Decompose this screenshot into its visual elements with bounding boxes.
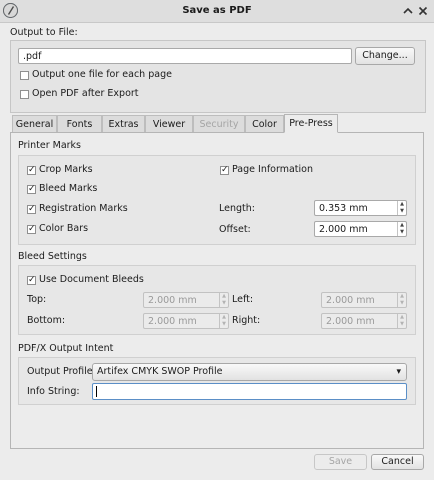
output-file-input[interactable]: .pdf <box>18 48 352 64</box>
page-information-checkbox[interactable]: ✓ <box>220 166 229 175</box>
text-cursor <box>96 386 97 397</box>
spin-down-icon[interactable]: ▼ <box>220 321 228 328</box>
tab-viewer[interactable]: Viewer <box>145 115 193 132</box>
tab-pre-press[interactable]: Pre-Press <box>284 114 338 133</box>
bleed-bottom-spin-buttons[interactable]: ▲ ▼ <box>219 314 228 328</box>
output-profile-dropdown[interactable]: Artifex CMYK SWOP Profile ▾ <box>92 363 407 381</box>
offset-value: 2.000 mm <box>319 224 368 235</box>
one-file-per-page-label: Output one file for each page <box>32 69 172 80</box>
bleed-right-spinbox[interactable]: 2.000 mm <box>321 313 407 329</box>
spin-down-icon[interactable]: ▼ <box>398 208 406 215</box>
chevron-down-icon[interactable]: ▾ <box>396 364 401 380</box>
offset-spinbox[interactable]: 2.000 mm <box>314 221 407 237</box>
bleed-left-spinbox[interactable]: 2.000 mm <box>321 292 407 308</box>
info-string-label: Info String: <box>27 386 80 397</box>
spin-up-icon[interactable]: ▲ <box>398 201 406 208</box>
use-document-bleeds-label: Use Document Bleeds <box>39 274 144 285</box>
printer-marks-title: Printer Marks <box>18 140 81 151</box>
spin-up-icon[interactable]: ▲ <box>398 293 406 300</box>
spin-up-icon[interactable]: ▲ <box>220 314 228 321</box>
bleed-right-spin-buttons[interactable]: ▲ ▼ <box>397 314 406 328</box>
bleed-right-value: 2.000 mm <box>326 316 375 327</box>
check-icon: ✓ <box>221 165 229 175</box>
tab-general[interactable]: General <box>12 115 57 132</box>
check-icon: ✓ <box>28 275 36 285</box>
spin-up-icon[interactable]: ▲ <box>220 293 228 300</box>
length-value: 0.353 mm <box>319 203 368 214</box>
registration-marks-checkbox[interactable]: ✓ <box>27 205 36 214</box>
spin-up-icon[interactable]: ▲ <box>398 222 406 229</box>
bleed-top-spin-buttons[interactable]: ▲ ▼ <box>219 293 228 307</box>
bleed-bottom-label: Bottom: <box>27 315 66 326</box>
spin-down-icon[interactable]: ▼ <box>398 321 406 328</box>
bleed-right-label: Right: <box>232 315 261 326</box>
close-icon[interactable] <box>416 4 430 18</box>
window-title: Save as PDF <box>182 5 252 16</box>
output-profile-label: Output Profile: <box>27 366 96 377</box>
bleed-left-value: 2.000 mm <box>326 295 375 306</box>
bleed-top-spinbox[interactable]: 2.000 mm <box>143 292 229 308</box>
output-profile-value: Artifex CMYK SWOP Profile <box>97 366 223 377</box>
bleed-marks-checkbox[interactable]: ✓ <box>27 185 36 194</box>
bleed-bottom-spinbox[interactable]: 2.000 mm <box>143 313 229 329</box>
color-bars-checkbox[interactable]: ✓ <box>27 225 36 234</box>
bleed-left-label: Left: <box>232 294 254 305</box>
spin-down-icon[interactable]: ▼ <box>398 229 406 236</box>
bleed-settings-title: Bleed Settings <box>18 251 87 262</box>
registration-marks-label: Registration Marks <box>39 203 128 214</box>
collapse-icon[interactable] <box>401 4 415 18</box>
use-document-bleeds-checkbox[interactable]: ✓ <box>27 276 36 285</box>
spin-down-icon[interactable]: ▼ <box>398 300 406 307</box>
bleed-left-spin-buttons[interactable]: ▲ ▼ <box>397 293 406 307</box>
check-icon: ✓ <box>28 165 36 175</box>
info-string-input[interactable] <box>92 383 407 400</box>
check-icon: ✓ <box>28 204 36 214</box>
spin-up-icon[interactable]: ▲ <box>398 314 406 321</box>
length-spin-buttons[interactable]: ▲ ▼ <box>397 201 406 215</box>
check-icon: ✓ <box>28 224 36 234</box>
pdfx-title: PDF/X Output Intent <box>18 343 114 354</box>
color-bars-label: Color Bars <box>39 223 89 234</box>
offset-label: Offset: <box>219 224 251 235</box>
offset-spin-buttons[interactable]: ▲ ▼ <box>397 222 406 236</box>
bleed-marks-label: Bleed Marks <box>39 183 98 194</box>
check-icon: ✓ <box>28 184 36 194</box>
one-file-per-page-checkbox[interactable] <box>20 71 29 80</box>
spin-down-icon[interactable]: ▼ <box>220 300 228 307</box>
change-button[interactable]: Change... <box>355 47 415 65</box>
bleed-bottom-value: 2.000 mm <box>148 316 197 327</box>
length-label: Length: <box>219 203 255 214</box>
output-to-file-label: Output to File: <box>10 27 78 38</box>
cancel-button[interactable]: Cancel <box>371 454 424 470</box>
open-after-export-label: Open PDF after Export <box>32 88 139 99</box>
page-information-label: Page Information <box>232 164 314 175</box>
bleed-top-value: 2.000 mm <box>148 295 197 306</box>
bleed-top-label: Top: <box>27 294 47 305</box>
save-button[interactable]: Save <box>314 454 367 470</box>
tab-security[interactable]: Security <box>193 115 245 132</box>
tab-fonts[interactable]: Fonts <box>57 115 102 132</box>
crop-marks-label: Crop Marks <box>39 164 93 175</box>
tab-color[interactable]: Color <box>245 115 284 132</box>
open-after-export-checkbox[interactable] <box>20 90 29 99</box>
tab-extras[interactable]: Extras <box>102 115 145 132</box>
length-spinbox[interactable]: 0.353 mm <box>314 200 407 216</box>
crop-marks-checkbox[interactable]: ✓ <box>27 166 36 175</box>
